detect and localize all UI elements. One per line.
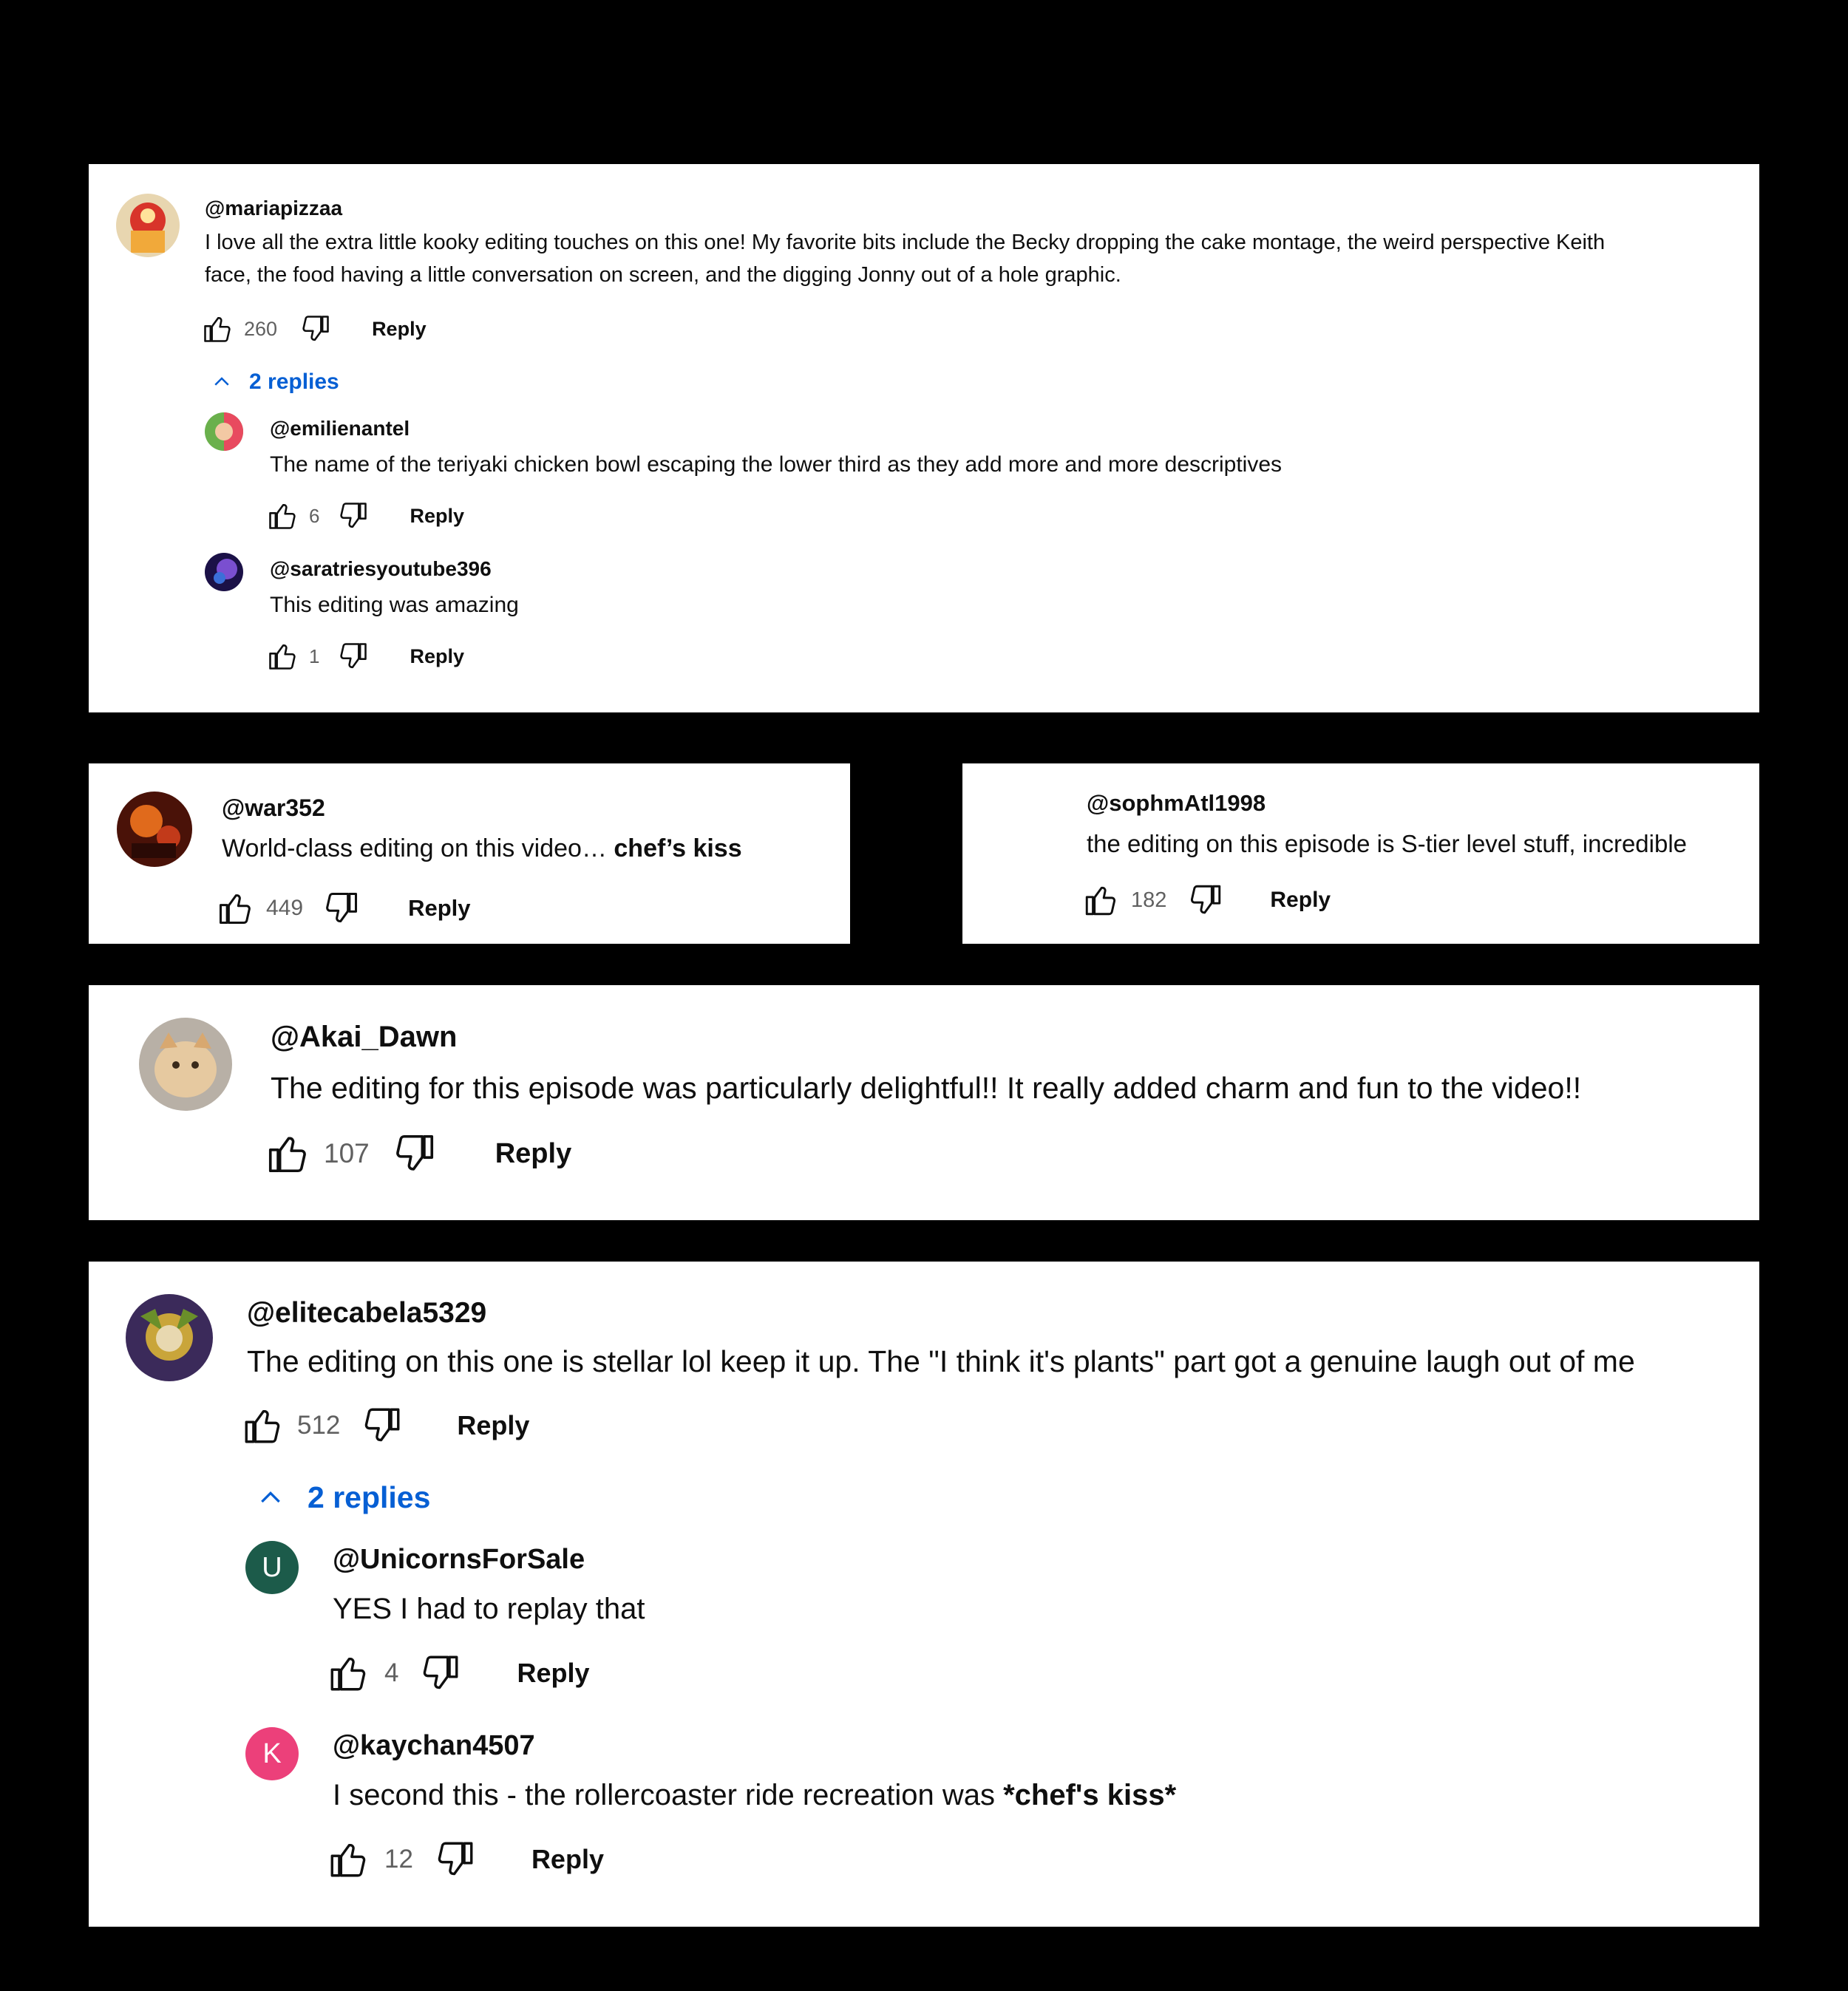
thumbs-down-icon[interactable] — [322, 889, 361, 928]
avatar[interactable] — [126, 1294, 213, 1381]
reply-button[interactable]: Reply — [410, 505, 464, 528]
thumbs-down-icon[interactable] — [392, 1131, 438, 1177]
reply-text: This editing was amazing — [270, 593, 519, 617]
like-count: 1 — [309, 644, 320, 667]
avatar[interactable] — [139, 1018, 232, 1111]
chevron-up-icon — [211, 371, 233, 393]
thumbs-down-icon[interactable] — [434, 1838, 477, 1881]
reply-button[interactable]: Reply — [457, 1410, 529, 1441]
comment-text-plain: World-class editing on this video… — [222, 834, 614, 862]
avatar-letter: K — [262, 1738, 282, 1769]
thumbs-down-icon[interactable] — [337, 640, 370, 673]
reply-text: The name of the teriyaki chicken bowl es… — [270, 452, 1283, 477]
comment-thread-elitecabela5329: @elitecabela5329 The editing on this one… — [89, 1262, 1759, 1927]
reply-author[interactable]: @saratriesyoutube396 — [270, 557, 492, 581]
reply-button[interactable]: Reply — [531, 1844, 604, 1875]
thumbs-up-icon[interactable] — [1082, 882, 1119, 919]
comment-text: The editing for this episode was particu… — [271, 1071, 1582, 1105]
reply-button[interactable]: Reply — [495, 1138, 571, 1170]
avatar[interactable]: K — [245, 1727, 299, 1780]
thumbs-down-icon[interactable] — [419, 1652, 462, 1695]
like-count: 4 — [384, 1658, 399, 1687]
thumbs-down-icon[interactable] — [299, 313, 332, 345]
comment-actions: 182 Reply — [1082, 882, 1331, 919]
avatar[interactable] — [205, 553, 243, 591]
comment-text: The editing on this one is stellar lol k… — [247, 1344, 1635, 1378]
thumbs-down-icon[interactable] — [337, 500, 370, 532]
comment-actions: 449 Reply — [216, 889, 470, 928]
avatar[interactable] — [205, 412, 243, 451]
reply-button[interactable]: Reply — [410, 645, 464, 668]
replies-count-label: 2 replies — [308, 1480, 431, 1514]
thumbs-down-icon[interactable] — [361, 1404, 404, 1447]
comment-text-bold: chef’s kiss — [614, 834, 742, 862]
avatar[interactable] — [116, 194, 180, 257]
reply-actions: 6 Reply — [266, 500, 464, 532]
like-count: 449 — [266, 896, 304, 920]
thumbs-up-icon[interactable] — [216, 889, 254, 928]
reply-button[interactable]: Reply — [408, 895, 470, 922]
comment-author[interactable]: @elitecabela5329 — [247, 1297, 486, 1330]
comment-text-line: I love all the extra little kooky editin… — [205, 231, 1606, 254]
comment-actions: 260 Reply — [201, 312, 427, 346]
comment-author[interactable]: @Akai_Dawn — [271, 1021, 457, 1054]
comment-war352: @war352 World-class editing on this vide… — [89, 763, 850, 944]
like-count: 107 — [324, 1138, 370, 1168]
reply-author[interactable]: @emilienantel — [270, 417, 410, 440]
thumbs-down-icon[interactable] — [1187, 882, 1224, 919]
reply-button[interactable]: Reply — [372, 318, 427, 341]
thumbs-up-icon[interactable] — [266, 500, 299, 532]
like-count: 512 — [297, 1411, 341, 1440]
reply-actions: 1 Reply — [266, 640, 464, 673]
thumbs-up-icon[interactable] — [327, 1652, 370, 1695]
comment-sophmatl1998: @sophmAtl1998 the editing on this episod… — [962, 763, 1759, 944]
replies-toggle[interactable]: 2 replies — [211, 370, 339, 395]
comment-author[interactable]: @mariapizzaa — [205, 197, 342, 220]
replies-toggle[interactable]: 2 replies — [256, 1480, 430, 1515]
thumbs-up-icon[interactable] — [266, 640, 299, 673]
like-count: 6 — [309, 504, 320, 527]
comment-text: the editing on this episode is S-tier le… — [1087, 830, 1688, 857]
avatar[interactable] — [117, 792, 192, 867]
reply-actions: 4 Reply — [327, 1652, 590, 1695]
comment-actions: 107 Reply — [265, 1130, 571, 1177]
reply-text-plain: I second this - the rollercoaster ride r… — [333, 1779, 1004, 1811]
reply-author[interactable]: @UnicornsForSale — [333, 1544, 585, 1576]
thumbs-up-icon[interactable] — [201, 313, 234, 345]
like-count: 12 — [384, 1845, 413, 1873]
chevron-up-icon — [256, 1483, 285, 1513]
reply-button[interactable]: Reply — [517, 1658, 589, 1689]
thumbs-up-icon[interactable] — [241, 1404, 284, 1447]
avatar[interactable]: U — [245, 1541, 299, 1594]
comment-akai-dawn: @Akai_Dawn The editing for this episode … — [89, 985, 1759, 1220]
avatar-letter: U — [262, 1551, 282, 1583]
comment-actions: 512 Reply — [241, 1403, 529, 1448]
comment-author[interactable]: @war352 — [222, 794, 325, 822]
comment-thread-mariapizzaa: @mariapizzaa I love all the extra little… — [89, 164, 1759, 712]
like-count: 260 — [244, 317, 278, 340]
reply-author[interactable]: @kaychan4507 — [333, 1730, 535, 1762]
like-count: 182 — [1131, 888, 1167, 912]
reply-text-bold: *chef's kiss* — [1003, 1779, 1177, 1811]
reply-button[interactable]: Reply — [1270, 888, 1331, 913]
comment-author[interactable]: @sophmAtl1998 — [1087, 790, 1266, 817]
reply-text: YES I had to replay that — [333, 1593, 645, 1625]
reply-actions: 12 Reply — [327, 1838, 604, 1881]
thumbs-up-icon[interactable] — [265, 1131, 310, 1177]
thumbs-up-icon[interactable] — [327, 1838, 370, 1881]
replies-count-label: 2 replies — [249, 370, 339, 394]
comment-text: World-class editing on this video… chef’… — [222, 834, 742, 863]
comment-text-line: face, the food having a little conversat… — [205, 263, 1121, 287]
reply-text: I second this - the rollercoaster ride r… — [333, 1779, 1176, 1812]
